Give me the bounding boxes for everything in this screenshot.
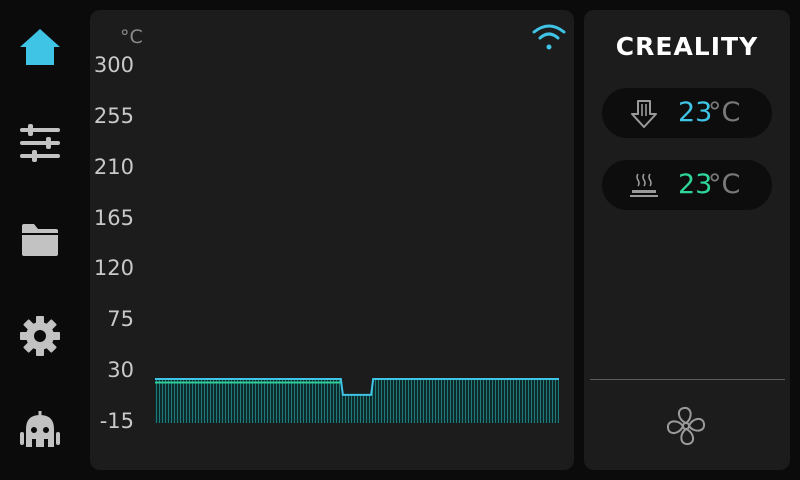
sliders-icon <box>20 124 60 162</box>
sidebar <box>0 0 80 480</box>
brand-logo: CREALITY <box>615 32 759 61</box>
temperature-chart-panel: °C 300 255 210 165 120 75 30 -15 <box>90 10 574 470</box>
fan-icon[interactable] <box>666 406 706 446</box>
nav-home[interactable] <box>0 17 80 77</box>
gear-icon <box>20 316 60 356</box>
nozzle-temp-unit: °C <box>708 97 741 128</box>
home-icon <box>20 29 60 65</box>
nozzle-icon <box>631 100 657 128</box>
robot-icon <box>20 411 60 447</box>
series-area <box>155 379 559 423</box>
nav-settings[interactable] <box>0 306 80 366</box>
temperature-plot <box>155 378 559 423</box>
nav-controls[interactable] <box>0 113 80 173</box>
heated-bed-icon <box>630 173 658 197</box>
nozzle-temp-button[interactable]: 23 °C <box>602 88 772 138</box>
nav-robot[interactable] <box>0 401 80 461</box>
status-panel: CREALITY 23 °C 23 °C <box>584 10 790 470</box>
nav-files[interactable] <box>0 210 80 270</box>
bed-temp-unit: °C <box>708 169 741 200</box>
bed-temp-button[interactable]: 23 °C <box>602 160 772 210</box>
divider <box>590 379 785 380</box>
folder-icon <box>22 224 58 256</box>
